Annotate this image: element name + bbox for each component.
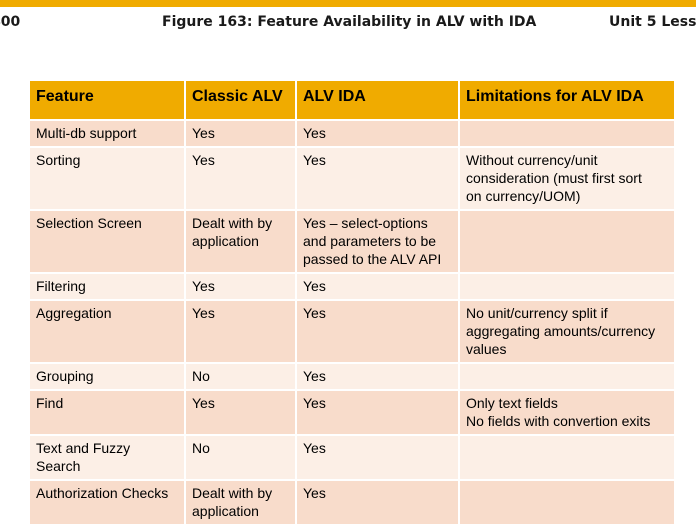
cell-alv-ida: Yes bbox=[295, 146, 460, 211]
cell-classic-alv: Yes bbox=[184, 119, 297, 148]
table-row: Grouping No Yes bbox=[28, 362, 676, 391]
page-header: 400 Figure 163: Feature Availability in … bbox=[0, 7, 696, 39]
feature-availability-table: Feature Classic ALV ALV IDA Limitations … bbox=[28, 79, 676, 526]
column-header-feature: Feature bbox=[28, 79, 186, 121]
cell-classic-alv: Yes bbox=[184, 272, 297, 301]
cell-limitations: Without currency/unit consideration (mus… bbox=[458, 146, 676, 211]
cell-classic-alv: Dealt with by application bbox=[184, 479, 297, 526]
cell-feature: Selection Screen bbox=[28, 209, 186, 274]
cell-feature: Filtering bbox=[28, 272, 186, 301]
table-row: Text and Fuzzy Search No Yes bbox=[28, 434, 676, 481]
cell-classic-alv: No bbox=[184, 362, 297, 391]
cell-classic-alv: Dealt with by application bbox=[184, 209, 297, 274]
cell-limitations bbox=[458, 434, 676, 481]
column-header-classic-alv: Classic ALV bbox=[184, 79, 297, 121]
table-header-row: Feature Classic ALV ALV IDA Limitations … bbox=[28, 79, 676, 121]
cell-feature: Text and Fuzzy Search bbox=[28, 434, 186, 481]
table-row: Selection Screen Dealt with by applicati… bbox=[28, 209, 676, 274]
cell-classic-alv: No bbox=[184, 434, 297, 481]
cell-alv-ida: Yes bbox=[295, 119, 460, 148]
cell-feature: Aggregation bbox=[28, 299, 186, 364]
cell-feature: Sorting bbox=[28, 146, 186, 211]
column-header-alv-ida: ALV IDA bbox=[295, 79, 460, 121]
cell-feature: Find bbox=[28, 389, 186, 436]
table-row: Authorization Checks Dealt with by appli… bbox=[28, 479, 676, 526]
cell-alv-ida: Yes bbox=[295, 434, 460, 481]
cell-feature: Authorization Checks bbox=[28, 479, 186, 526]
cell-limitations bbox=[458, 209, 676, 274]
table-row: Filtering Yes Yes bbox=[28, 272, 676, 301]
cell-classic-alv: Yes bbox=[184, 299, 297, 364]
unit-label: Unit 5 Less bbox=[609, 14, 696, 30]
cell-alv-ida: Yes bbox=[295, 272, 460, 301]
cell-classic-alv: Yes bbox=[184, 146, 297, 211]
cell-alv-ida: Yes bbox=[295, 389, 460, 436]
cell-alv-ida: Yes bbox=[295, 299, 460, 364]
cell-alv-ida: Yes – select-options and parameters to b… bbox=[295, 209, 460, 274]
table-row: Aggregation Yes Yes No unit/currency spl… bbox=[28, 299, 676, 364]
page-number: 400 bbox=[0, 14, 21, 30]
cell-limitations: No unit/currency split if aggregating am… bbox=[458, 299, 676, 364]
top-accent-bar bbox=[0, 0, 696, 7]
table-row: Sorting Yes Yes Without currency/unit co… bbox=[28, 146, 676, 211]
column-header-limitations: Limitations for ALV IDA bbox=[458, 79, 676, 121]
cell-limitations bbox=[458, 362, 676, 391]
table-row: Find Yes Yes Only text fields No fields … bbox=[28, 389, 676, 436]
figure-title: Figure 163: Feature Availability in ALV … bbox=[162, 14, 537, 30]
table-row: Multi-db support Yes Yes bbox=[28, 119, 676, 148]
cell-limitations bbox=[458, 479, 676, 526]
cell-feature: Grouping bbox=[28, 362, 186, 391]
cell-limitations: Only text fields No fields with converti… bbox=[458, 389, 676, 436]
cell-feature: Multi-db support bbox=[28, 119, 186, 148]
cell-alv-ida: Yes bbox=[295, 479, 460, 526]
cell-classic-alv: Yes bbox=[184, 389, 297, 436]
cell-limitations bbox=[458, 272, 676, 301]
cell-alv-ida: Yes bbox=[295, 362, 460, 391]
cell-limitations bbox=[458, 119, 676, 148]
